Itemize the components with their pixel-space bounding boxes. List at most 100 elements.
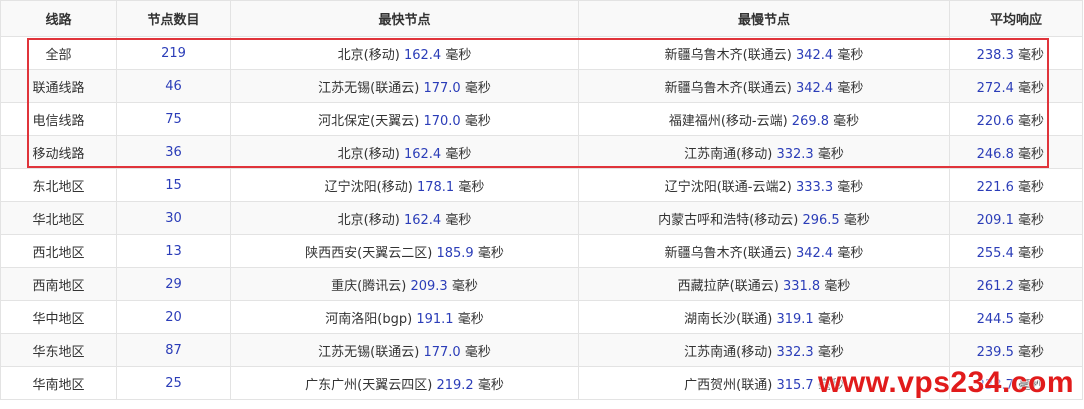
fastest-node-cell: 北京(移动) 162.4 毫秒 — [230, 36, 579, 70]
fastest-node-cell: 广东广州(天翼云四区) 219.2 毫秒 — [230, 366, 579, 400]
unit-label: 毫秒 — [464, 113, 491, 129]
slowest-node-name: 新疆乌鲁木齐(联通云) — [664, 245, 792, 261]
header-route[interactable]: 线路 — [0, 0, 117, 37]
average-response-cell: 221.6 毫秒 — [949, 168, 1083, 202]
route-cell: 西南地区 — [0, 267, 117, 301]
node-count-cell: 29 — [116, 267, 231, 301]
fastest-node-cell: 北京(移动) 162.4 毫秒 — [230, 135, 579, 169]
slowest-node-name: 西藏拉萨(联通云) — [677, 278, 779, 294]
table-row: 东北地区 15 辽宁沈阳(移动) 178.1 毫秒 辽宁沈阳(联通-云端2) 333.… — [0, 168, 1083, 202]
slowest-node-name: 新疆乌鲁木齐(联通云) — [664, 47, 792, 63]
average-response-cell: 246.8 毫秒 — [949, 135, 1083, 169]
slowest-node-value: 342.4 — [795, 47, 834, 63]
table-body: 全部 219 北京(移动) 162.4 毫秒 新疆乌鲁木齐(联通云) 342.4 毫秒… — [0, 36, 1083, 400]
average-response-value: 246.8 — [976, 146, 1014, 162]
average-response-value: 261.2 — [976, 278, 1014, 294]
fastest-node-value: 178.1 — [416, 179, 455, 195]
header-slowest-node[interactable]: 最慢节点 — [578, 0, 950, 37]
slowest-node-value: 332.3 — [776, 344, 814, 360]
fastest-node-cell: 河南洛阳(bgp) 191.1 毫秒 — [230, 300, 579, 334]
slowest-node-name: 辽宁沈阳(联通-云端2) — [664, 179, 792, 195]
slowest-node-name: 福建福州(移动-云端) — [668, 113, 788, 129]
table-row: 移动线路 36 北京(移动) 162.4 毫秒 江苏南通(移动) 332.3 毫秒 24… — [0, 135, 1083, 169]
fastest-node-value: 191.1 — [416, 311, 454, 327]
fastest-node-value: 185.9 — [436, 245, 474, 261]
unit-label: 毫秒 — [833, 113, 860, 129]
speed-test-table: 线路 节点数目 最快节点 最慢节点 平均响应 全部 219 北京(移动) 162.4… — [0, 0, 1083, 400]
route-cell: 联通线路 — [0, 69, 117, 103]
node-count-cell: 219 — [116, 36, 231, 70]
table-row: 联通线路 46 江苏无锡(联通云) 177.0 毫秒 新疆乌鲁木齐(联通云) 342.… — [0, 69, 1083, 103]
route-cell: 华南地区 — [0, 366, 117, 400]
node-count-cell: 20 — [116, 300, 231, 334]
average-response-cell: 239.5 毫秒 — [949, 333, 1083, 367]
unit-label: 毫秒 — [1017, 212, 1044, 228]
average-response-value: 239.5 — [976, 344, 1014, 360]
header-average-response[interactable]: 平均响应 — [949, 0, 1083, 37]
node-count-cell: 87 — [116, 333, 231, 367]
unit-label: 毫秒 — [1017, 146, 1044, 162]
unit-label: 毫秒 — [817, 344, 844, 360]
unit-label: 毫秒 — [445, 47, 472, 63]
slowest-node-value: 269.8 — [791, 113, 830, 129]
unit-label: 毫秒 — [445, 146, 472, 162]
route-cell: 华东地区 — [0, 333, 117, 367]
fastest-node-name: 辽宁沈阳(移动) — [324, 179, 413, 195]
slowest-node-cell: 福建福州(移动-云端) 269.8 毫秒 — [578, 102, 950, 136]
unit-label: 毫秒 — [837, 179, 864, 195]
unit-label: 毫秒 — [837, 245, 864, 261]
slowest-node-cell: 新疆乌鲁木齐(联通云) 342.4 毫秒 — [578, 36, 950, 70]
route-cell: 东北地区 — [0, 168, 117, 202]
slowest-node-value: 333.3 — [795, 179, 834, 195]
header-node-count[interactable]: 节点数目 — [116, 0, 231, 37]
fastest-node-cell: 辽宁沈阳(移动) 178.1 毫秒 — [230, 168, 579, 202]
unit-label: 毫秒 — [445, 212, 472, 228]
average-response-value: 209.1 — [976, 212, 1014, 228]
table-row: 全部 219 北京(移动) 162.4 毫秒 新疆乌鲁木齐(联通云) 342.4 毫秒… — [0, 36, 1083, 70]
average-response-cell: 244.5 毫秒 — [949, 300, 1083, 334]
average-response-cell: 238.3 毫秒 — [949, 36, 1083, 70]
route-cell: 电信线路 — [0, 102, 117, 136]
slowest-node-cell: 新疆乌鲁木齐(联通云) 342.4 毫秒 — [578, 234, 950, 268]
slowest-node-cell: 辽宁沈阳(联通-云端2) 333.3 毫秒 — [578, 168, 950, 202]
node-count-cell: 30 — [116, 201, 231, 235]
unit-label: 毫秒 — [1017, 47, 1044, 63]
fastest-node-cell: 河北保定(天翼云) 170.0 毫秒 — [230, 102, 579, 136]
slowest-node-name: 新疆乌鲁木齐(联通云) — [664, 80, 792, 96]
fastest-node-name: 陕西西安(天翼云二区) — [305, 245, 433, 261]
unit-label: 毫秒 — [837, 47, 864, 63]
average-response-value: 244.5 — [976, 311, 1014, 327]
unit-label: 毫秒 — [1017, 179, 1044, 195]
node-count-cell: 15 — [116, 168, 231, 202]
average-response-value: 238.3 — [976, 47, 1014, 63]
fastest-node-name: 北京(移动) — [337, 212, 400, 228]
route-cell: 全部 — [0, 36, 117, 70]
slowest-node-name: 江苏南通(移动) — [684, 344, 773, 360]
unit-label: 毫秒 — [1017, 278, 1044, 294]
average-response-cell: 220.6 毫秒 — [949, 102, 1083, 136]
unit-label: 毫秒 — [477, 377, 504, 393]
slowest-node-cell: 内蒙古呼和浩特(移动云) 296.5 毫秒 — [578, 201, 950, 235]
unit-label: 毫秒 — [464, 80, 491, 96]
average-response-cell: 255.4 毫秒 — [949, 234, 1083, 268]
route-cell: 移动线路 — [0, 135, 117, 169]
table-header-row: 线路 节点数目 最快节点 最慢节点 平均响应 — [0, 0, 1083, 37]
node-count-cell: 75 — [116, 102, 231, 136]
unit-label: 毫秒 — [843, 212, 870, 228]
route-cell: 西北地区 — [0, 234, 117, 268]
slowest-node-value: 319.1 — [776, 311, 814, 327]
unit-label: 毫秒 — [451, 278, 478, 294]
table-row: 华北地区 30 北京(移动) 162.4 毫秒 内蒙古呼和浩特(移动云) 296.5 … — [0, 201, 1083, 235]
header-fastest-node[interactable]: 最快节点 — [230, 0, 579, 37]
table-row: 西北地区 13 陕西西安(天翼云二区) 185.9 毫秒 新疆乌鲁木齐(联通云) 34… — [0, 234, 1083, 268]
fastest-node-cell: 北京(移动) 162.4 毫秒 — [230, 201, 579, 235]
average-response-value: 255.4 — [976, 245, 1014, 261]
watermark: www.vps234.com — [818, 366, 1074, 399]
slowest-node-value: 342.4 — [795, 245, 834, 261]
unit-label: 毫秒 — [837, 80, 864, 96]
unit-label: 毫秒 — [464, 344, 491, 360]
slowest-node-value: 332.3 — [776, 146, 814, 162]
fastest-node-value: 170.0 — [423, 113, 461, 129]
fastest-node-name: 江苏无锡(联通云) — [318, 344, 420, 360]
unit-label: 毫秒 — [817, 146, 844, 162]
